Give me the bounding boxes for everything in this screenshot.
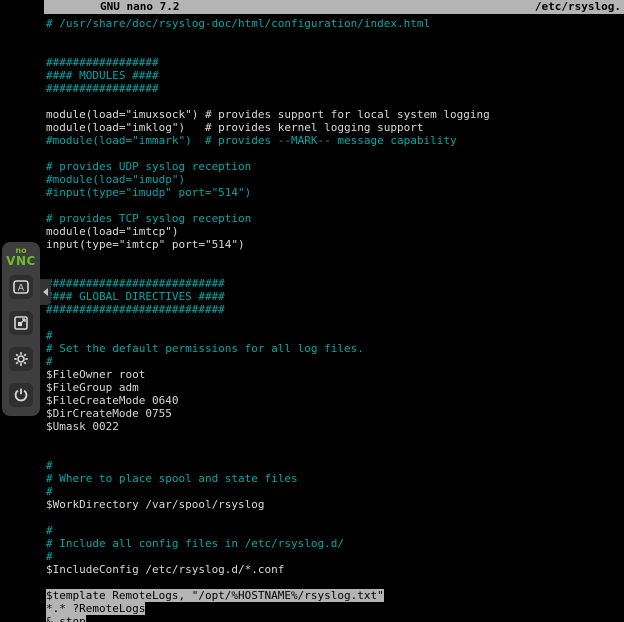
nano-version: GNU nano 7.2: [44, 0, 179, 14]
editor-line: #module(load="immark") # provides --MARK…: [46, 134, 624, 147]
selected-text: & stop: [46, 615, 86, 622]
editor-line: #: [46, 459, 624, 472]
editor-line: module(load="imklog") # provides kernel …: [46, 121, 624, 134]
editor-line: # provides UDP syslog reception: [46, 160, 624, 173]
editor-line: [46, 95, 624, 108]
editor-line: # Include all config files in /etc/rsysl…: [46, 537, 624, 550]
editor-line: & stop: [46, 615, 624, 622]
selected-text: *.* ?RemoteLogs: [46, 602, 145, 615]
editor-line: # /usr/share/doc/rsyslog-doc/html/config…: [46, 17, 624, 30]
power-icon: [13, 387, 29, 403]
settings-button[interactable]: [9, 347, 33, 371]
editor-line: #################: [46, 56, 624, 69]
editor-line: $IncludeConfig /etc/rsyslog.d/*.conf: [46, 563, 624, 576]
editor-line: #module(load="imudp"): [46, 173, 624, 186]
editor-line: # Set the default permissions for all lo…: [46, 342, 624, 355]
editor-line: #input(type="imudp" port="514"): [46, 186, 624, 199]
editor-line: [46, 316, 624, 329]
selected-text: $template RemoteLogs, "/opt/%HOSTNAME%/r…: [46, 589, 384, 602]
editor-line: $WorkDirectory /var/spool/rsyslog: [46, 498, 624, 511]
editor-line: $FileGroup adm: [46, 381, 624, 394]
editor-line: *.* ?RemoteLogs: [46, 602, 624, 615]
a-key-icon: A: [13, 279, 29, 295]
editor-line: ###########################: [46, 277, 624, 290]
editor-line: #: [46, 550, 624, 563]
editor-line: $FileCreateMode 0640: [46, 394, 624, 407]
editor-line: # Where to place spool and state files: [46, 472, 624, 485]
toolbar-handle[interactable]: [40, 279, 51, 305]
editor-line: [46, 264, 624, 277]
editor-line: [46, 147, 624, 160]
editor-line: #################: [46, 82, 624, 95]
nano-titlebar: GNU nano 7.2 /etc/rsyslog.: [44, 0, 624, 14]
fullscreen-icon: [13, 315, 29, 331]
editor-line: module(load="imuxsock") # provides suppo…: [46, 108, 624, 121]
collapse-left-arrow-icon: [43, 288, 48, 296]
novnc-logo-main: VNC: [6, 255, 36, 267]
novnc-toolbar: no VNC A: [2, 242, 40, 416]
editor-line: $FileOwner root: [46, 368, 624, 381]
terminal-window: GNU nano 7.2 /etc/rsyslog. # /usr/share/…: [44, 0, 624, 622]
editor-line: [46, 251, 624, 264]
nano-filename: /etc/rsyslog.: [535, 0, 624, 14]
editor-line: ###########################: [46, 303, 624, 316]
editor-line: input(type="imtcp" port="514"): [46, 238, 624, 251]
fullscreen-button[interactable]: [9, 311, 33, 335]
editor-line: [46, 446, 624, 459]
novnc-buttons: A: [9, 275, 33, 407]
editor-line: [46, 511, 624, 524]
editor-line: [46, 433, 624, 446]
editor-line: [46, 576, 624, 589]
editor-line: #: [46, 355, 624, 368]
screen: GNU nano 7.2 /etc/rsyslog. # /usr/share/…: [0, 0, 624, 622]
editor-line: # provides TCP syslog reception: [46, 212, 624, 225]
editor[interactable]: # /usr/share/doc/rsyslog-doc/html/config…: [44, 14, 624, 622]
editor-line: [46, 30, 624, 43]
editor-line: #### GLOBAL DIRECTIVES ####: [46, 290, 624, 303]
editor-line: #: [46, 329, 624, 342]
power-button[interactable]: [9, 383, 33, 407]
editor-line: $Umask 0022: [46, 420, 624, 433]
editor-line: $DirCreateMode 0755: [46, 407, 624, 420]
editor-line: #: [46, 485, 624, 498]
novnc-logo: no VNC: [6, 247, 36, 267]
gear-icon: [13, 351, 29, 367]
extra-keys-button[interactable]: A: [9, 275, 33, 299]
editor-line: module(load="imtcp"): [46, 225, 624, 238]
editor-line: $template RemoteLogs, "/opt/%HOSTNAME%/r…: [46, 589, 624, 602]
editor-line: #### MODULES ####: [46, 69, 624, 82]
svg-text:A: A: [18, 284, 25, 294]
editor-line: [46, 43, 624, 56]
editor-line: [46, 199, 624, 212]
editor-line: #: [46, 524, 624, 537]
